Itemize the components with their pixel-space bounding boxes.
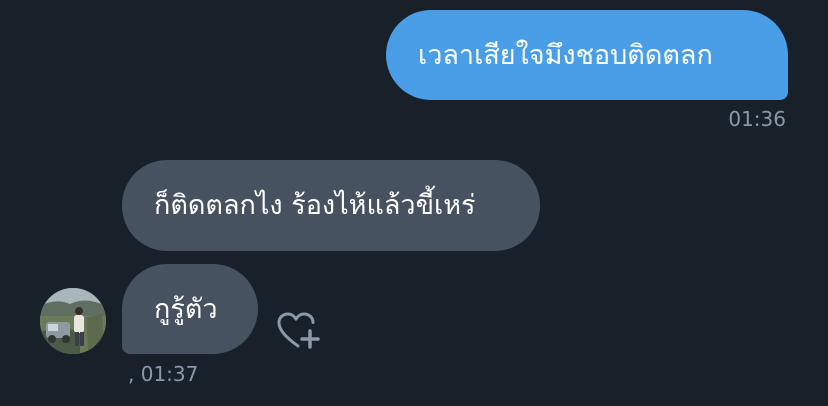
contact-avatar[interactable] bbox=[40, 288, 106, 354]
heart-plus-icon[interactable] bbox=[276, 308, 322, 354]
incoming-message-bubble[interactable]: กูรู้ตัว bbox=[122, 264, 258, 354]
message-timestamp: 01:36 bbox=[728, 107, 786, 131]
avatar-photo bbox=[40, 288, 106, 354]
outgoing-message-bubble[interactable]: เวลาเสียใจมึงชอบติดตลก bbox=[386, 10, 788, 100]
message-text: กูรู้ตัว bbox=[154, 293, 218, 325]
heart-plus-icon-graphic bbox=[277, 312, 320, 349]
message-text: เวลาเสียใจมึงชอบติดตลก bbox=[418, 39, 713, 71]
incoming-message-bubble[interactable]: ก็ติดตลกไง ร้องไห้แล้วขี้เหร่ bbox=[122, 160, 540, 251]
message-text: ก็ติดตลกไง ร้องไห้แล้วขี้เหร่ bbox=[154, 190, 476, 221]
message-timestamp: , 01:37 bbox=[128, 362, 199, 386]
